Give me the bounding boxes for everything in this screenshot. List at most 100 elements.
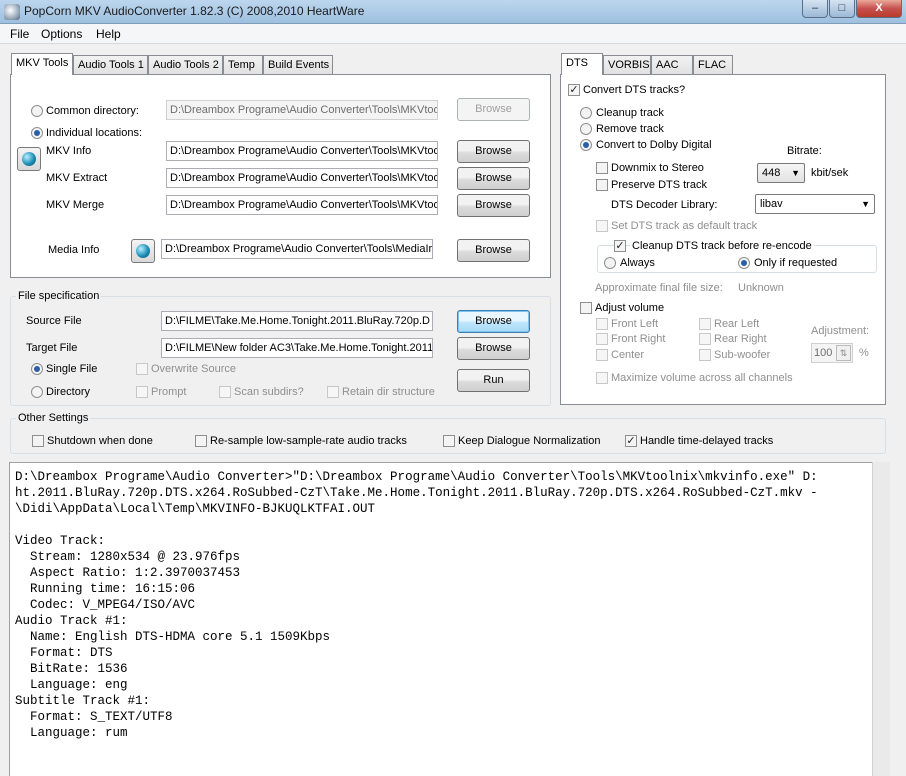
adjustment-value: 100 <box>814 347 833 359</box>
mkv-merge-field[interactable]: D:\Dreambox Programe\Audio Converter\Too… <box>166 195 438 215</box>
approx-size-value: Unknown <box>738 282 784 294</box>
center-label: Center <box>611 349 645 361</box>
tab-audio-tools-1[interactable]: Audio Tools 1 <box>73 55 148 75</box>
source-browse-button[interactable]: Browse <box>457 310 530 333</box>
convert-dolby-label: Convert to Dolby Digital <box>596 139 712 151</box>
run-button[interactable]: Run <box>457 369 530 392</box>
chevron-down-icon: ▼ <box>791 168 800 178</box>
directory-radio[interactable] <box>31 386 43 398</box>
app-icon <box>4 4 20 20</box>
window-title: PopCorn MKV AudioConverter 1.82.3 (C) 20… <box>24 4 365 18</box>
overwrite-source-label: Overwrite Source <box>151 363 236 375</box>
convert-dts-checkbox[interactable]: ✓ <box>568 84 580 96</box>
prompt-checkbox[interactable] <box>136 386 148 398</box>
rear-right-checkbox[interactable] <box>699 333 711 345</box>
mkv-info-label: MKV Info <box>46 145 92 157</box>
adjustment-field[interactable]: 100 ⇅ <box>811 343 853 363</box>
cleanup-track-label: Cleanup track <box>596 107 664 119</box>
mkv-info-browse-button[interactable]: Browse <box>457 140 530 163</box>
retain-dir-checkbox[interactable] <box>327 386 339 398</box>
globe-icon[interactable] <box>131 239 155 263</box>
target-file-label: Target File <box>26 342 78 354</box>
preserve-checkbox[interactable] <box>596 179 608 191</box>
mkv-extract-field[interactable]: D:\Dreambox Programe\Audio Converter\Too… <box>166 168 438 188</box>
spin-arrows-icon[interactable]: ⇅ <box>836 345 851 361</box>
bitrate-select[interactable]: 448 ▼ <box>757 163 805 183</box>
decoder-value: libav <box>760 198 783 210</box>
tab-dts[interactable]: DTS <box>561 53 603 75</box>
other-settings-title: Other Settings <box>16 412 91 424</box>
menu-help[interactable]: Help <box>96 27 121 41</box>
maximize-volume-label: Maximize volume across all channels <box>611 372 793 384</box>
media-info-field[interactable]: D:\Dreambox Programe\Audio Converter\Too… <box>161 239 433 259</box>
always-label: Always <box>620 257 655 269</box>
remove-track-radio[interactable] <box>580 123 592 135</box>
close-button[interactable]: X <box>856 0 902 18</box>
always-radio[interactable] <box>604 257 616 269</box>
log-text: D:\Dreambox Programe\Audio Converter>"D:… <box>15 470 818 740</box>
menu-options[interactable]: Options <box>41 27 82 41</box>
cleanup-before-checkbox[interactable]: ✓ <box>614 240 626 252</box>
common-directory-field[interactable]: D:\Dreambox Programe\Audio Converter\Too… <box>166 100 438 120</box>
rear-left-checkbox[interactable] <box>699 318 711 330</box>
target-file-field[interactable]: D:\FILME\New folder AC3\Take.Me.Home.Ton… <box>161 338 433 358</box>
front-left-checkbox[interactable] <box>596 318 608 330</box>
cleanup-track-radio[interactable] <box>580 107 592 119</box>
mkv-extract-label: MKV Extract <box>46 172 108 184</box>
tab-temp[interactable]: Temp <box>223 55 263 75</box>
shutdown-label: Shutdown when done <box>47 435 153 447</box>
tab-audio-tools-2[interactable]: Audio Tools 2 <box>148 55 223 75</box>
keep-dialogue-label: Keep Dialogue Normalization <box>458 435 601 447</box>
sub-woofer-checkbox[interactable] <box>699 349 711 361</box>
adjust-volume-checkbox[interactable] <box>580 302 592 314</box>
preserve-label: Preserve DTS track <box>611 179 707 191</box>
mkv-tools-panel: Common directory: D:\Dreambox Programe\A… <box>10 74 551 278</box>
chevron-down-icon: ▼ <box>861 199 870 209</box>
resample-label: Re-sample low-sample-rate audio tracks <box>210 435 407 447</box>
mkv-extract-browse-button[interactable]: Browse <box>457 167 530 190</box>
mkv-info-field[interactable]: D:\Dreambox Programe\Audio Converter\Too… <box>166 141 438 161</box>
handle-delayed-checkbox[interactable]: ✓ <box>625 435 637 447</box>
tab-vorbis[interactable]: VORBIS <box>603 55 651 75</box>
maximize-volume-checkbox[interactable] <box>596 372 608 384</box>
convert-dolby-radio[interactable] <box>580 139 592 151</box>
output-log[interactable]: D:\Dreambox Programe\Audio Converter>"D:… <box>9 462 883 776</box>
source-file-label: Source File <box>26 315 82 327</box>
tab-flac[interactable]: FLAC <box>693 55 733 75</box>
minimize-button[interactable]: – <box>802 0 828 18</box>
decoder-select[interactable]: libav ▼ <box>755 194 875 214</box>
individual-locations-radio[interactable] <box>31 127 43 139</box>
dts-panel: ✓ Convert DTS tracks? Cleanup track Remo… <box>560 74 886 405</box>
adjustment-unit: % <box>859 347 869 359</box>
overwrite-source-checkbox[interactable] <box>136 363 148 375</box>
rear-right-label: Rear Right <box>714 333 767 345</box>
globe-icon[interactable] <box>17 147 41 171</box>
tab-aac[interactable]: AAC <box>651 55 693 75</box>
front-right-checkbox[interactable] <box>596 333 608 345</box>
single-file-radio[interactable] <box>31 363 43 375</box>
target-browse-button[interactable]: Browse <box>457 337 530 360</box>
convert-dts-label: Convert DTS tracks? <box>583 84 686 96</box>
common-directory-browse-button[interactable]: Browse <box>457 98 530 121</box>
shutdown-checkbox[interactable] <box>32 435 44 447</box>
downmix-checkbox[interactable] <box>596 162 608 174</box>
front-right-label: Front Right <box>611 333 666 345</box>
set-default-checkbox[interactable] <box>596 220 608 232</box>
tab-mkv-tools[interactable]: MKV Tools <box>11 53 73 75</box>
scan-subdirs-checkbox[interactable] <box>219 386 231 398</box>
log-scrollbar[interactable] <box>872 462 890 776</box>
mkv-merge-browse-button[interactable]: Browse <box>457 194 530 217</box>
center-checkbox[interactable] <box>596 349 608 361</box>
common-directory-radio[interactable] <box>31 105 43 117</box>
source-file-field[interactable]: D:\FILME\Take.Me.Home.Tonight.2011.BluRa… <box>161 311 433 331</box>
only-if-requested-radio[interactable] <box>738 257 750 269</box>
keep-dialogue-checkbox[interactable] <box>443 435 455 447</box>
media-info-browse-button[interactable]: Browse <box>457 239 530 262</box>
resample-checkbox[interactable] <box>195 435 207 447</box>
retain-dir-label: Retain dir structure <box>342 386 435 398</box>
maximize-button[interactable]: □ <box>829 0 855 18</box>
cleanup-mode-group: ✓ Cleanup DTS track before re-encode Alw… <box>597 240 877 273</box>
tab-build-events[interactable]: Build Events <box>263 55 333 75</box>
scan-subdirs-label: Scan subdirs? <box>234 386 304 398</box>
menu-file[interactable]: File <box>10 27 29 41</box>
